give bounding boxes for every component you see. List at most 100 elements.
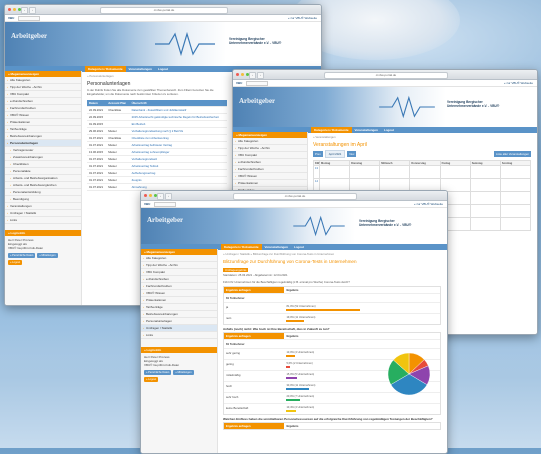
category-select[interactable] — [154, 202, 176, 207]
tab-documents[interactable]: Kategorien / Dokumente — [221, 244, 262, 250]
sidebar-item-all-categories[interactable]: Alle Kategorien — [5, 77, 81, 84]
close-dot-icon[interactable] — [236, 73, 239, 76]
sidebar-item-e-rundschreiben[interactable]: e-Rundschreiben — [141, 276, 217, 283]
sidebar-item-tip-archive[interactable]: Tipp der Woche - Archiv — [5, 84, 81, 91]
table-row[interactable]: 01.07.2021 Muster Arbeitsvertrag Teilzeit — [87, 162, 227, 171]
forward-arrow-icon[interactable]: › — [257, 72, 264, 79]
messages-button[interactable]: » Mitteilungen — [173, 370, 194, 375]
title-cell[interactable]: Datenbank - Zusatzfiltern und Jubiläumst… — [129, 106, 227, 115]
minimize-dot-icon[interactable] — [149, 194, 152, 197]
sidebar-item-vbu-wissen[interactable]: VBU® Wissen — [5, 112, 81, 119]
title-cell[interactable]: Arbeitsvertrag befristeter Vertrag — [129, 141, 227, 150]
table-row[interactable]: 01.07.2021 Muster Arbeitsvertrag befristet… — [87, 141, 227, 150]
tab-logout[interactable]: Logout — [291, 244, 307, 250]
back-to-website-link[interactable]: « zur VBU® Webseite — [414, 202, 443, 206]
address-bar[interactable]: d.vbw-portal.de — [99, 7, 229, 14]
title-cell[interactable]: Zeugnis — [129, 176, 227, 185]
sidebar-item-links[interactable]: Links — [5, 217, 81, 224]
sidebar-item-tarifvertraege[interactable]: Tarifverträge — [5, 126, 81, 133]
back-to-website-link[interactable]: « zur VBU® Webseite — [504, 81, 533, 85]
sidebar-subitem[interactable]: Personalakte — [5, 168, 81, 175]
sidebar-item-tarifvertraege[interactable]: Tarifverträge — [141, 304, 217, 311]
back-arrow-icon[interactable]: ‹ — [21, 7, 28, 14]
personal-data-button[interactable]: » Persönliche Daten — [144, 370, 172, 375]
title-cell[interactable]: Verhaltensgrundsatzung nach § 2 BetrVG — [129, 127, 227, 136]
prev-month-button[interactable]: Prev — [313, 151, 323, 157]
sidebar-item-umfragen[interactable]: Umfragen / Statistik — [5, 210, 81, 217]
sidebar-item-vbu-wissen[interactable]: VBU® Wissen — [141, 290, 217, 297]
sidebar-item-links[interactable]: Links — [141, 332, 217, 339]
sidebar-item-betriebsvereinbarungen[interactable]: Betriebsvereinbarungen — [5, 133, 81, 140]
sidebar-item-fachrundschreiben[interactable]: Fachrundschreiben — [5, 105, 81, 112]
table-row[interactable]: 22.09.2015 2015 Arbeitsrecht gekündigte t… — [87, 113, 227, 122]
calendar-day-cell[interactable] — [320, 166, 351, 179]
sidebar-item-personalunterlagen[interactable]: Personalunterlagen — [5, 140, 81, 147]
sidebar-subitem[interactable]: Beendigung — [5, 196, 81, 203]
sidebar-item-praesentationen[interactable]: Präsentationen — [233, 180, 307, 187]
calendar-day-cell[interactable] — [350, 166, 381, 179]
category-select[interactable] — [246, 81, 268, 86]
table-row[interactable]: 22.09.2021 Checkliste Datenbank - Zusatzfi… — [87, 106, 227, 115]
sidebar-item-vbu-kompakt[interactable]: VBU Kompakt — [141, 269, 217, 276]
forward-arrow-icon[interactable]: › — [29, 7, 36, 14]
sidebar-item-e-rundschreiben[interactable]: e-Rundschreiben — [5, 98, 81, 105]
title-cell[interactable]: 2015 Arbeitsrecht gekündigte technische … — [129, 113, 227, 122]
calendar-day-cell[interactable] — [470, 218, 501, 231]
title-cell[interactable]: Checkliste zum Arbeitsvertrag — [129, 134, 227, 143]
calendar-day-cell[interactable] — [500, 218, 531, 231]
next-month-button[interactable]: Nex — [347, 151, 357, 157]
sidebar-item-fachrundschreiben[interactable]: Fachrundschreiben — [233, 166, 307, 173]
title-cell[interactable]: Aufhebungsvertrag — [129, 169, 227, 178]
sidebar-subitem[interactable]: Checklisten — [5, 161, 81, 168]
breadcrumb[interactable]: » Personalunterlagen — [87, 73, 227, 79]
breadcrumb[interactable]: » Umfragen / Statistik » Blitzumfrage zu… — [223, 251, 441, 257]
title-cell[interactable]: Arbeitsvertrag Lohnempfänger — [129, 148, 227, 157]
sidebar-subitem[interactable]: Arbeits- und Betriebsorganisation — [5, 175, 81, 182]
sidebar-item-betriebsvereinbarungen[interactable]: Betriebsvereinbarungen — [141, 311, 217, 318]
address-bar[interactable]: d.vbw-portal.de — [324, 72, 448, 79]
calendar-day-cell[interactable] — [500, 179, 531, 192]
messages-button[interactable]: » Mitteilungen — [37, 253, 58, 258]
all-events-button[interactable]: Liste aller Veranstaltungen — [494, 151, 531, 157]
tab-events[interactable]: Veranstaltungen — [352, 127, 381, 133]
calendar-day-cell[interactable] — [380, 166, 411, 179]
back-to-website-link[interactable]: « zur VBU® Webseite — [288, 16, 317, 20]
sidebar-item-fachrundschreiben[interactable]: Fachrundschreiben — [141, 283, 217, 290]
sidebar-item-tip-archive[interactable]: Tipp der Woche - Archiv — [233, 145, 307, 152]
sidebar-item-vbu-kompakt[interactable]: VBU Kompakt — [5, 91, 81, 98]
personal-data-button[interactable]: » Persönliche Daten — [8, 253, 36, 258]
logout-button[interactable]: » Logout — [8, 260, 23, 265]
sidebar-item-tip-archive[interactable]: Tipp der Woche - Archiv — [141, 262, 217, 269]
sidebar-item-all-categories[interactable]: Alle Kategorien — [141, 255, 217, 262]
calendar-day-cell[interactable] — [410, 166, 441, 179]
calendar-day-cell[interactable] — [500, 166, 531, 179]
minimize-dot-icon[interactable] — [13, 8, 16, 11]
calendar-day-cell[interactable] — [470, 205, 501, 218]
sidebar-item-veranstaltungen[interactable]: Veranstaltungen — [5, 203, 81, 210]
tab-logout[interactable]: Logout — [155, 66, 171, 72]
tab-events[interactable]: Veranstaltungen — [262, 244, 291, 250]
table-row[interactable]: 01.09.2015 Ein Betrieb — [87, 120, 227, 129]
sidebar-item-all-categories[interactable]: Alle Kategorien — [233, 138, 307, 145]
category-select[interactable] — [18, 16, 40, 21]
sidebar-item-vbu-kompakt[interactable]: VBU Kompakt — [233, 152, 307, 159]
sidebar-item-personalunterlagen[interactable]: Personalunterlagen — [141, 318, 217, 325]
table-row[interactable]: 01.07.2021 Muster Verhaltensgrundsatz — [87, 155, 227, 164]
forward-arrow-icon[interactable]: › — [165, 193, 172, 200]
table-row[interactable]: 01.07.2021 Muster Zeugnis — [87, 176, 227, 185]
tab-documents[interactable]: Kategorien / Dokumente — [85, 66, 126, 72]
title-cell[interactable]: Ein Betrieb — [129, 120, 227, 129]
logout-button[interactable]: » Logout — [144, 377, 159, 382]
calendar-day-cell[interactable] — [500, 205, 531, 218]
address-bar[interactable]: d.vbw-portal.de — [232, 193, 358, 200]
title-cell[interactable]: Verhaltensgrundsatz — [129, 155, 227, 164]
sidebar-subitem[interactable]: Arbeits- und Betriebsvergleichen — [5, 182, 81, 189]
sidebar-item-e-rundschreiben[interactable]: e-Rundschreiben — [233, 159, 307, 166]
tab-events[interactable]: Veranstaltungen — [126, 66, 155, 72]
sidebar-item-umfragen[interactable]: Umfragen / Statistik — [141, 325, 217, 332]
calendar-day-cell[interactable] — [500, 192, 531, 205]
calendar-day-cell[interactable] — [470, 166, 501, 179]
sidebar-subitem[interactable]: Personalentwicklung — [5, 189, 81, 196]
sidebar-subitem[interactable]: Vertragsmuster — [5, 147, 81, 154]
back-arrow-icon[interactable]: ‹ — [157, 193, 164, 200]
